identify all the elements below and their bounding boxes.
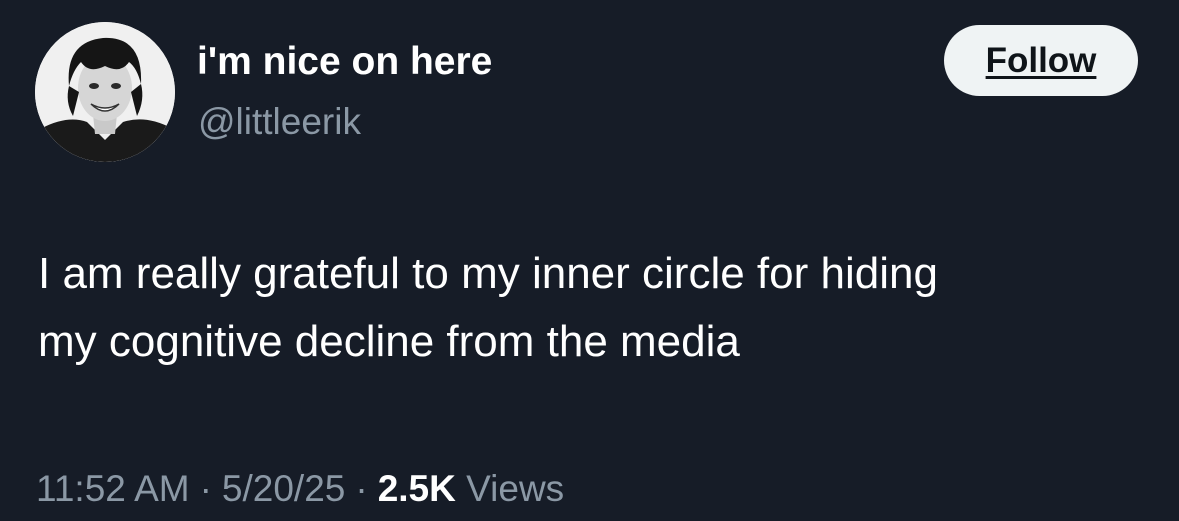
- display-name[interactable]: i'm nice on here: [197, 37, 492, 87]
- tweet-text: I am really grateful to my inner circle …: [38, 240, 1158, 376]
- separator: ·: [355, 468, 368, 509]
- avatar[interactable]: [35, 22, 175, 162]
- tweet-card: i'm nice on here @littleerik Follow I am…: [0, 0, 1179, 521]
- follow-button[interactable]: Follow: [944, 25, 1138, 96]
- tweet-time[interactable]: 11:52 AM: [36, 468, 190, 509]
- tweet-meta: 11:52 AM · 5/20/25 · 2.5K Views: [36, 464, 564, 514]
- separator: ·: [199, 468, 212, 509]
- views-count: 2.5K: [377, 468, 456, 509]
- tweet-date[interactable]: 5/20/25: [222, 468, 345, 509]
- user-handle[interactable]: @littleerik: [198, 98, 361, 146]
- tweet-text-line: my cognitive decline from the media: [38, 317, 740, 366]
- tweet-text-line: I am really grateful to my inner circle …: [38, 249, 938, 298]
- profile-photo-icon: [35, 22, 175, 162]
- views-label: Views: [466, 468, 565, 509]
